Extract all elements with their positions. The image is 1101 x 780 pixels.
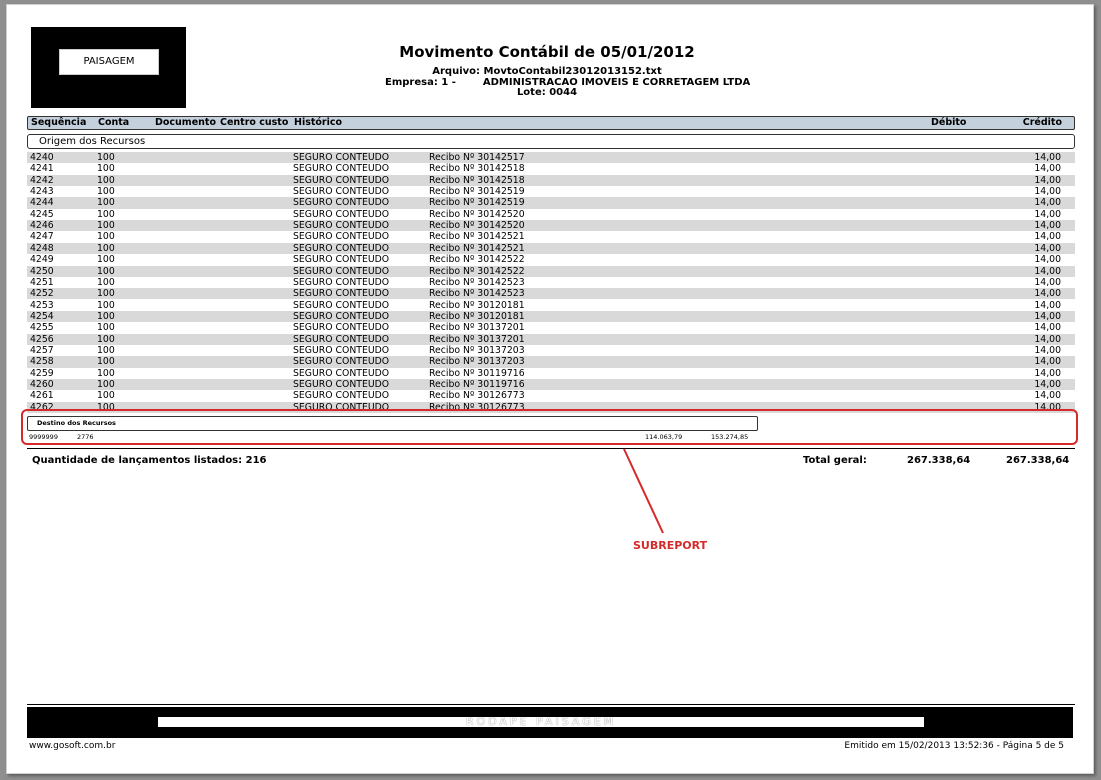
- annotation-label: SUBREPORT: [633, 539, 708, 552]
- rodape-text: RODAPÉ PAISAGEM: [158, 717, 924, 727]
- report-page: PAISAGEM Movimento Contábil de 05/01/201…: [6, 4, 1094, 774]
- site-link[interactable]: www.gosoft.com.br: [29, 741, 115, 751]
- rodape-block: RODAPÉ PAISAGEM: [27, 707, 1073, 738]
- emitido-info: Emitido em 15/02/2013 13:52:36 - Página …: [844, 741, 1064, 751]
- footer-divider: [27, 704, 1075, 705]
- annotation-arrow: [623, 448, 664, 534]
